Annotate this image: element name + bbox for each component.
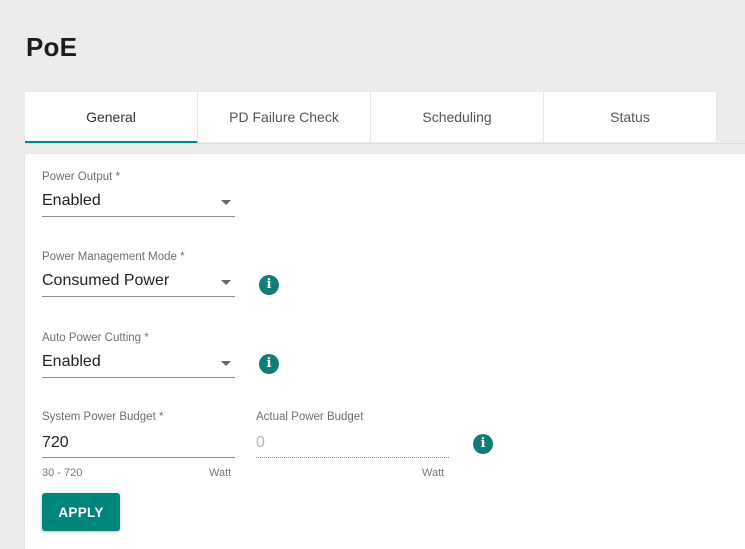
poe-page: PoE General PD Failure Check Scheduling … xyxy=(0,0,745,549)
system-power-budget-unit: Watt xyxy=(209,467,232,479)
actual-power-budget-value: 0 xyxy=(256,434,265,451)
actual-power-budget-label: Actual Power Budget xyxy=(256,411,364,423)
tabs-divider xyxy=(25,143,745,144)
chevron-down-icon xyxy=(221,200,231,205)
power-management-mode-value: Consumed Power xyxy=(42,272,170,289)
tab-pd-failure-check[interactable]: PD Failure Check xyxy=(198,92,371,142)
info-icon[interactable]: i xyxy=(259,275,279,295)
power-output-value: Enabled xyxy=(42,192,101,209)
tab-general[interactable]: General xyxy=(25,92,198,144)
info-icon[interactable]: i xyxy=(473,434,493,454)
auto-power-cutting-value: Enabled xyxy=(42,353,101,370)
power-management-mode-select[interactable]: Consumed Power xyxy=(42,269,235,297)
tab-scheduling[interactable]: Scheduling xyxy=(371,92,544,142)
auto-power-cutting-label: Auto Power Cutting * xyxy=(42,332,149,344)
actual-power-budget-unit: Watt xyxy=(422,467,445,479)
page-title: PoE xyxy=(26,32,78,62)
power-output-select[interactable]: Enabled xyxy=(42,189,235,217)
apply-button[interactable]: APPLY xyxy=(42,493,120,531)
system-power-budget-range-hint: 30 - 720 xyxy=(42,467,83,479)
actual-power-budget-input: 0 xyxy=(256,430,449,458)
tab-status[interactable]: Status xyxy=(544,92,717,142)
power-output-label: Power Output * xyxy=(42,171,120,183)
system-power-budget-value: 720 xyxy=(42,434,69,451)
system-power-budget-label: System Power Budget * xyxy=(42,411,164,423)
info-icon[interactable]: i xyxy=(259,354,279,374)
system-power-budget-input[interactable]: 720 xyxy=(42,430,235,458)
chevron-down-icon xyxy=(221,280,231,285)
power-management-mode-label: Power Management Mode * xyxy=(42,251,185,263)
general-settings-card: Power Output * Enabled Power Management … xyxy=(25,154,745,549)
auto-power-cutting-select[interactable]: Enabled xyxy=(42,350,235,378)
chevron-down-icon xyxy=(221,361,231,366)
tab-bar: General PD Failure Check Scheduling Stat… xyxy=(25,92,717,144)
